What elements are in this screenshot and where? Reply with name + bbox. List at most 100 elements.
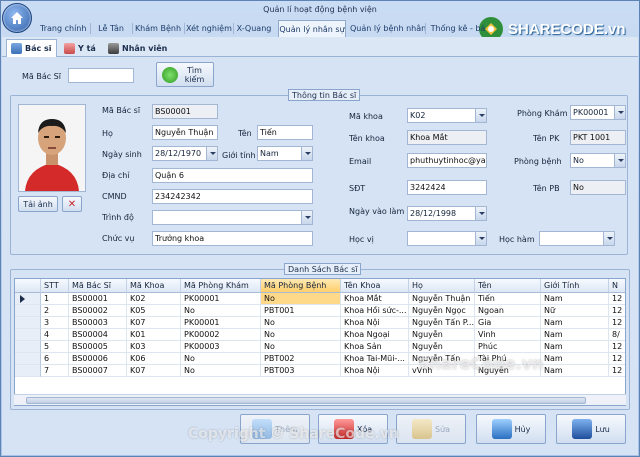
table-cell[interactable]: No xyxy=(181,365,261,377)
ngay-vao-lam-picker[interactable]: 28/12/1998 xyxy=(407,206,487,221)
table-cell[interactable]: No xyxy=(261,293,341,305)
table-cell[interactable]: 12 xyxy=(609,365,625,377)
dia-chi-field[interactable]: Quận 6 xyxy=(152,168,313,183)
ma-bac-si-field[interactable]: BS00001 xyxy=(152,104,218,119)
col-header-stt[interactable]: STT xyxy=(41,279,69,293)
table-cell[interactable]: No xyxy=(181,305,261,317)
table-cell[interactable]: BS00005 xyxy=(69,341,127,353)
col-header-gioi-tinh[interactable]: Giới Tính xyxy=(541,279,609,293)
table-cell[interactable]: 6 xyxy=(41,353,69,365)
table-cell[interactable]: K06 xyxy=(127,353,181,365)
tab-quan-ly-nhan-su[interactable]: Quản lý nhân sự xyxy=(278,20,346,38)
table-cell[interactable]: PK00001 xyxy=(181,293,261,305)
table-cell[interactable]: Khoa Mắt xyxy=(341,293,409,305)
table-cell[interactable]: K03 xyxy=(127,341,181,353)
table-cell[interactable]: K07 xyxy=(127,317,181,329)
row-selector[interactable] xyxy=(15,341,41,353)
table-cell[interactable]: PBT003 xyxy=(261,365,341,377)
sdt-field[interactable]: 3242424 xyxy=(407,180,487,195)
subtab-nhan-vien[interactable]: Nhân viên xyxy=(104,40,171,57)
tab-trang-chinh[interactable]: Trang chính xyxy=(40,20,86,37)
table-cell[interactable]: 4 xyxy=(41,329,69,341)
table-cell[interactable]: Khoa Tai-Mũi-... xyxy=(341,353,409,365)
table-cell[interactable]: 7 xyxy=(41,365,69,377)
save-button[interactable]: Lưu xyxy=(556,414,626,444)
chuc-vu-field[interactable]: Trưởng khoa xyxy=(152,231,313,246)
table-cell[interactable]: Khoa Sản xyxy=(341,341,409,353)
table-cell[interactable]: Khoa Nội xyxy=(341,365,409,377)
table-cell[interactable]: K02 xyxy=(127,293,181,305)
col-header-ma-khoa[interactable]: Mã Khoa xyxy=(127,279,181,293)
table-cell[interactable]: BS00006 xyxy=(69,353,127,365)
table-cell[interactable]: K07 xyxy=(127,365,181,377)
table-cell[interactable]: No xyxy=(261,329,341,341)
tab-kham-benh[interactable]: Khám Bệnh xyxy=(134,20,182,37)
table-cell[interactable]: Nam xyxy=(541,353,609,365)
ten-pk-field[interactable]: PKT 1001 xyxy=(570,130,626,145)
row-selector[interactable] xyxy=(15,329,41,341)
col-header-next[interactable]: N xyxy=(609,279,625,293)
table-cell[interactable]: PK00002 xyxy=(181,329,261,341)
row-selector[interactable] xyxy=(15,365,41,377)
table-cell[interactable]: Nguyễn xyxy=(409,329,475,341)
table-cell[interactable]: 12 xyxy=(609,317,625,329)
table-cell[interactable]: Khoa Nội xyxy=(341,317,409,329)
table-cell[interactable]: Khoa Ngoại xyxy=(341,329,409,341)
col-header-ho[interactable]: Họ xyxy=(409,279,475,293)
table-cell[interactable]: Phúc xyxy=(475,341,541,353)
phong-kham-select[interactable]: PK00001 xyxy=(570,105,626,120)
table-cell[interactable]: BS00002 xyxy=(69,305,127,317)
tab-le-tan[interactable]: Lễ Tân xyxy=(94,20,128,37)
table-cell[interactable]: 5 xyxy=(41,341,69,353)
table-cell[interactable]: Nam xyxy=(541,317,609,329)
col-header-ma-phong-benh[interactable]: Mã Phòng Bệnh xyxy=(261,279,341,293)
col-header-ma-phong-kham[interactable]: Mã Phòng Khám xyxy=(181,279,261,293)
table-cell[interactable]: 12 xyxy=(609,293,625,305)
table-cell[interactable]: Gia xyxy=(475,317,541,329)
tab-xet-nghiem[interactable]: Xét nghiệm xyxy=(186,20,232,37)
email-field[interactable]: phuthuytinhoc@yahc xyxy=(407,153,487,168)
table-cell[interactable]: Nguyễn Tấn P... xyxy=(409,317,475,329)
table-cell[interactable]: 2 xyxy=(41,305,69,317)
table-cell[interactable]: Nguyễn xyxy=(409,341,475,353)
table-cell[interactable]: 12 xyxy=(609,305,625,317)
search-button[interactable]: Tìm kiếm xyxy=(156,62,214,87)
table-cell[interactable]: PK00001 xyxy=(181,317,261,329)
ngay-sinh-picker[interactable]: 28/12/1970 xyxy=(152,146,218,161)
table-cell[interactable]: BS00004 xyxy=(69,329,127,341)
table-cell[interactable]: BS00007 xyxy=(69,365,127,377)
subtab-y-ta[interactable]: Y tá xyxy=(60,40,100,57)
row-selector[interactable] xyxy=(15,293,41,305)
table-cell[interactable]: Nam xyxy=(541,341,609,353)
trinh-do-select[interactable] xyxy=(152,210,313,225)
table-cell[interactable]: K05 xyxy=(127,305,181,317)
table-cell[interactable]: No xyxy=(261,341,341,353)
gioi-tinh-select[interactable]: Nam xyxy=(257,146,313,161)
table-cell[interactable]: BS00003 xyxy=(69,317,127,329)
subtab-bac-si[interactable]: Bác sĩ xyxy=(6,39,57,58)
table-cell[interactable]: Nam xyxy=(541,329,609,341)
scrollbar-thumb[interactable] xyxy=(26,397,586,404)
tab-thong-ke[interactable]: Thống kê - bá xyxy=(428,20,488,37)
table-cell[interactable]: 3 xyxy=(41,317,69,329)
hoc-ham-select[interactable] xyxy=(539,231,615,246)
ten-khoa-field[interactable]: Khoa Mắt xyxy=(407,130,487,145)
table-cell[interactable]: Nguyễn Ngọc xyxy=(409,305,475,317)
table-cell[interactable]: Nguyễn Thuận xyxy=(409,293,475,305)
table-cell[interactable]: Khoa Hồi sức-... xyxy=(341,305,409,317)
search-input[interactable] xyxy=(68,68,134,83)
phong-benh-select[interactable]: No xyxy=(570,153,626,168)
row-selector[interactable] xyxy=(15,353,41,365)
table-cell[interactable]: 12 xyxy=(609,341,625,353)
ho-field[interactable]: Nguyễn Thuận xyxy=(152,125,218,140)
tab-quan-ly-benh-nhan[interactable]: Quản lý bệnh nhân xyxy=(350,20,426,37)
table-cell[interactable]: Nam xyxy=(541,293,609,305)
col-header-ten-khoa[interactable]: Tên Khoa xyxy=(341,279,409,293)
table-cell[interactable]: PK00003 xyxy=(181,341,261,353)
table-cell[interactable]: 12 xyxy=(609,353,625,365)
table-cell[interactable]: PBT001 xyxy=(261,305,341,317)
table-cell[interactable]: Tiến xyxy=(475,293,541,305)
ten-pb-field[interactable]: No xyxy=(570,180,626,195)
cmnd-field[interactable]: 234242342 xyxy=(152,189,313,204)
table-horizontal-scrollbar[interactable] xyxy=(14,394,626,405)
